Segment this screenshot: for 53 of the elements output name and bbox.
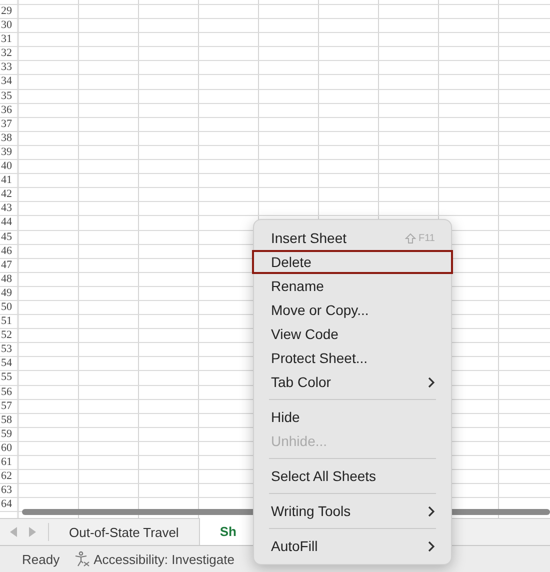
row-number: 43 [0,202,19,216]
row-number: 41 [0,174,19,188]
row-number: 33 [0,61,19,74]
row-number: 39 [0,146,19,160]
chevron-right-icon [428,376,435,388]
menu-item[interactable]: Tab Color [252,370,453,394]
row-number: 40 [0,160,19,174]
row-number: 49 [0,286,19,300]
row-number: 63 [0,484,19,498]
row-number: 30 [0,19,19,32]
row-number: 38 [0,132,19,145]
row-number: 35 [0,90,19,103]
chevron-right-icon [428,506,435,516]
row-number: 44 [0,216,19,230]
row-number: 48 [0,272,19,286]
accessibility-icon[interactable] [74,551,90,567]
row-number: 46 [0,244,19,258]
menu-item[interactable]: Select All Sheets [252,464,453,488]
menu-item[interactable]: Rename [252,274,453,298]
row-number: 51 [0,315,19,328]
menu-item[interactable]: Protect Sheet... [252,346,453,370]
row-number: 61 [0,456,19,470]
chevron-right-icon [428,540,435,552]
row-number: 50 [0,300,19,314]
menu-item[interactable]: Hide [252,405,453,429]
row-number: 58 [0,414,19,427]
row-number: 36 [0,104,19,117]
menu-item[interactable]: Move or Copy... [252,298,453,322]
row-number: 64 [0,498,19,512]
row-number: 59 [0,428,19,441]
menu-item[interactable]: Delete [252,250,453,274]
row-number: 60 [0,442,19,455]
row-number: 37 [0,118,19,131]
status-text: Ready [22,552,60,566]
menu-item[interactable]: Insert Sheet F11 [252,226,453,250]
row-number: 62 [0,470,19,484]
row-number: 53 [0,343,19,356]
row-number: 45 [0,230,19,244]
shortcut-text: F11 [418,232,435,244]
row-number: 52 [0,329,19,342]
row-number: 31 [0,33,19,46]
row-number: 34 [0,75,19,89]
row-number: 42 [0,188,19,202]
row-number: 54 [0,357,19,370]
row-number: 57 [0,400,19,413]
accessibility-status[interactable]: Accessibility: Investigate [94,552,234,566]
row-number: 47 [0,258,19,272]
row-number: 56 [0,386,19,399]
menu-item[interactable]: View Code [252,322,453,346]
row-number: 55 [0,371,19,385]
row-number: 29 [0,5,19,18]
row-number: 32 [0,47,19,60]
shift-icon [404,232,416,244]
